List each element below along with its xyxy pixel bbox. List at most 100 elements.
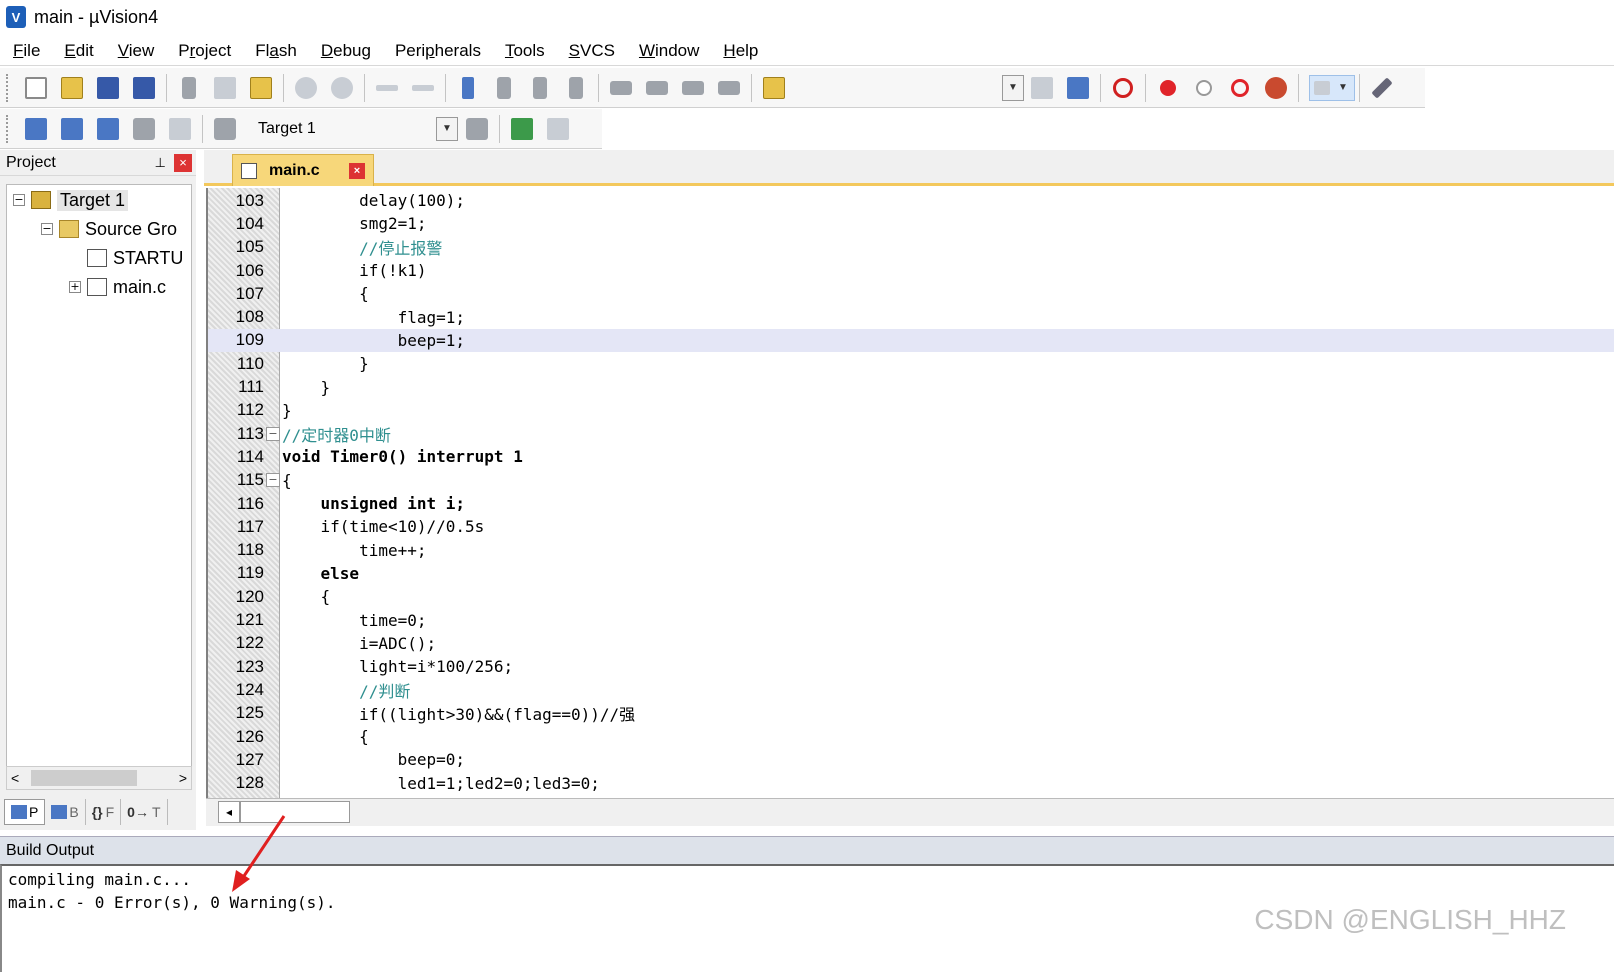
navigate-back-button[interactable]: [372, 73, 402, 103]
find-button[interactable]: [1027, 73, 1057, 103]
enable-breakpoint-button[interactable]: [1189, 73, 1219, 103]
indent-button[interactable]: [606, 73, 636, 103]
code-line[interactable]: 119 else: [208, 562, 1614, 585]
tree-item-folder[interactable]: − Source Gro: [41, 216, 177, 242]
menu-item[interactable]: File: [0, 41, 51, 61]
unindent-button[interactable]: [642, 73, 672, 103]
copy-button[interactable]: [210, 73, 240, 103]
menu-item[interactable]: Debug: [308, 41, 382, 61]
code-line[interactable]: 122 i=ADC();: [208, 632, 1614, 655]
next-bookmark-button[interactable]: [525, 73, 555, 103]
translate-button[interactable]: [21, 114, 51, 144]
scrollbar-thumb[interactable]: [31, 770, 137, 786]
menu-item[interactable]: Edit: [51, 41, 104, 61]
code-line[interactable]: 128 led1=1;led2=0;led3=0;: [208, 772, 1614, 795]
rebuild-button[interactable]: [93, 114, 123, 144]
target-select[interactable]: Target 1 ▼: [249, 116, 459, 142]
project-horizontal-scrollbar[interactable]: < >: [6, 766, 192, 790]
undo-button[interactable]: [291, 73, 321, 103]
window-layout-dropdown[interactable]: ▼: [1309, 74, 1355, 101]
code-line[interactable]: 103 delay(100);: [208, 189, 1614, 212]
code-line[interactable]: 113−//定时器0中断: [208, 422, 1614, 445]
close-icon[interactable]: ×: [174, 153, 192, 172]
download-button[interactable]: [210, 114, 240, 144]
kill-all-breakpoints-button[interactable]: [1261, 73, 1291, 103]
target-options-button[interactable]: [462, 114, 492, 144]
cut-button[interactable]: [174, 73, 204, 103]
toolbar-grip[interactable]: [6, 73, 12, 102]
code-editor[interactable]: 103 delay(100); 104 smg2=1; 105 //停止报警 106 …: [206, 188, 1614, 798]
code-line[interactable]: 105 //停止报警: [208, 236, 1614, 259]
menu-item[interactable]: Flash: [242, 41, 308, 61]
menu-item[interactable]: Tools: [492, 41, 556, 61]
incremental-find-button[interactable]: [1063, 73, 1093, 103]
code-line[interactable]: 107 {: [208, 282, 1614, 305]
insert-breakpoint-button[interactable]: [1153, 73, 1183, 103]
code-line[interactable]: 124 //判断: [208, 678, 1614, 701]
save-all-button[interactable]: [129, 73, 159, 103]
code-line[interactable]: 126 {: [208, 725, 1614, 748]
file-extensions-button[interactable]: [543, 114, 573, 144]
paste-button[interactable]: [246, 73, 276, 103]
expand-icon[interactable]: +: [69, 281, 81, 293]
tree-item-file[interactable]: + main.c: [69, 274, 166, 300]
code-line[interactable]: 127 beep=0;: [208, 748, 1614, 771]
configure-button[interactable]: [1367, 73, 1397, 103]
start-debug-button[interactable]: [1108, 73, 1138, 103]
menu-item[interactable]: View: [105, 41, 166, 61]
stop-build-button[interactable]: [165, 114, 195, 144]
code-line[interactable]: 106 if(!k1): [208, 259, 1614, 282]
tab-main-c[interactable]: main.c ×: [232, 154, 374, 186]
menu-item[interactable]: Peripherals: [382, 41, 492, 61]
code-line[interactable]: 114 void Timer0() interrupt 1: [208, 445, 1614, 468]
find-in-files-button[interactable]: [759, 73, 789, 103]
clear-bookmarks-button[interactable]: [561, 73, 591, 103]
code-line[interactable]: 118 time++;: [208, 539, 1614, 562]
manage-components-button[interactable]: [507, 114, 537, 144]
find-combo[interactable]: ▼: [1002, 74, 1024, 101]
menu-item[interactable]: Window: [626, 41, 710, 61]
code-line[interactable]: 115−{: [208, 469, 1614, 492]
scroll-left-icon[interactable]: <: [11, 770, 19, 786]
new-file-button[interactable]: [21, 73, 51, 103]
code-line[interactable]: 110 }: [208, 352, 1614, 375]
code-line[interactable]: 116 unsigned int i;: [208, 492, 1614, 515]
current-code-line[interactable]: 109 beep=1;: [208, 328, 1614, 353]
collapse-icon[interactable]: −: [13, 194, 25, 206]
code-line[interactable]: 120 {: [208, 585, 1614, 608]
code-line[interactable]: 117 if(time<10)//0.5s: [208, 515, 1614, 538]
editor-horizontal-scrollbar[interactable]: ◂: [206, 798, 1614, 826]
menu-item[interactable]: SVCS: [556, 41, 626, 61]
disable-all-breakpoints-button[interactable]: [1225, 73, 1255, 103]
code-line[interactable]: 121 time=0;: [208, 608, 1614, 631]
collapse-icon[interactable]: −: [41, 223, 53, 235]
code-line[interactable]: 111 }: [208, 375, 1614, 398]
menu-item[interactable]: Help: [710, 41, 769, 61]
pin-icon[interactable]: ⊥: [155, 155, 166, 171]
tree-item-file[interactable]: STARTU: [69, 245, 183, 271]
project-panel-tab[interactable]: {} F: [86, 799, 122, 825]
code-line[interactable]: 104 smg2=1;: [208, 212, 1614, 235]
fold-toggle-icon[interactable]: −: [266, 473, 280, 488]
open-file-button[interactable]: [57, 73, 87, 103]
project-panel-tab[interactable]: B: [45, 799, 86, 825]
code-line[interactable]: 123 light=i*100/256;: [208, 655, 1614, 678]
menu-item[interactable]: Project: [165, 41, 242, 61]
batch-build-button[interactable]: [129, 114, 159, 144]
comment-button[interactable]: [678, 73, 708, 103]
code-line[interactable]: 112}: [208, 399, 1614, 422]
toolbar-grip[interactable]: [6, 114, 12, 143]
save-button[interactable]: [93, 73, 123, 103]
project-panel-tab[interactable]: P: [4, 799, 46, 825]
redo-button[interactable]: [327, 73, 357, 103]
close-tab-icon[interactable]: ×: [349, 162, 365, 179]
project-panel-tab[interactable]: 0→ T: [121, 799, 168, 825]
code-line[interactable]: 125 if((light>30)&&(flag==0))//强: [208, 702, 1614, 725]
code-line[interactable]: 108 flag=1;: [208, 306, 1614, 329]
build-button[interactable]: [57, 114, 87, 144]
fold-toggle-icon[interactable]: −: [266, 426, 280, 441]
navigate-forward-button[interactable]: [408, 73, 438, 103]
scroll-right-icon[interactable]: >: [179, 770, 187, 786]
insert-bookmark-button[interactable]: [453, 73, 483, 103]
prev-bookmark-button[interactable]: [489, 73, 519, 103]
